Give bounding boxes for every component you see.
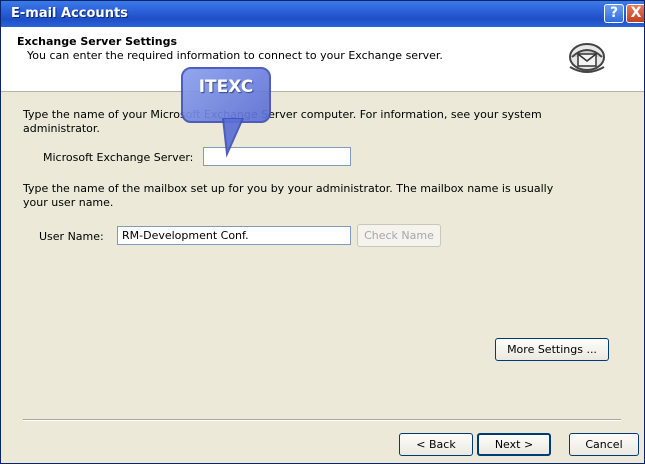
wizard-header: Exchange Server Settings You can enter t… bbox=[1, 27, 644, 92]
exchange-server-icon bbox=[569, 43, 605, 73]
callout-bubble: ITEXC bbox=[181, 67, 271, 123]
callout-pointer bbox=[221, 118, 245, 158]
page-subtitle: You can enter the required information t… bbox=[27, 49, 443, 62]
footer-separator bbox=[23, 419, 621, 421]
more-settings-button[interactable]: More Settings ... bbox=[495, 338, 609, 361]
email-accounts-dialog: E-mail Accounts ? X Exchange Server Sett… bbox=[0, 0, 645, 464]
window-title: E-mail Accounts bbox=[11, 6, 128, 21]
user-name-label: User Name: bbox=[39, 230, 104, 243]
exchange-server-label: Microsoft Exchange Server: bbox=[43, 151, 194, 164]
help-button[interactable]: ? bbox=[604, 4, 624, 23]
callout-text: ITEXC bbox=[198, 77, 254, 97]
server-instruction: Type the name of your Microsoft Exchange… bbox=[23, 108, 542, 135]
back-button[interactable]: < Back bbox=[399, 433, 473, 456]
user-name-input[interactable] bbox=[117, 226, 351, 245]
page-title: Exchange Server Settings bbox=[17, 35, 177, 48]
check-name-button[interactable]: Check Name bbox=[357, 224, 441, 247]
next-button[interactable]: Next > bbox=[477, 433, 551, 456]
title-bar[interactable]: E-mail Accounts ? X bbox=[1, 1, 644, 27]
mailbox-instruction: Type the name of the mailbox set up for … bbox=[23, 182, 554, 209]
close-button[interactable]: X bbox=[626, 4, 644, 23]
cancel-button[interactable]: Cancel bbox=[569, 433, 639, 456]
